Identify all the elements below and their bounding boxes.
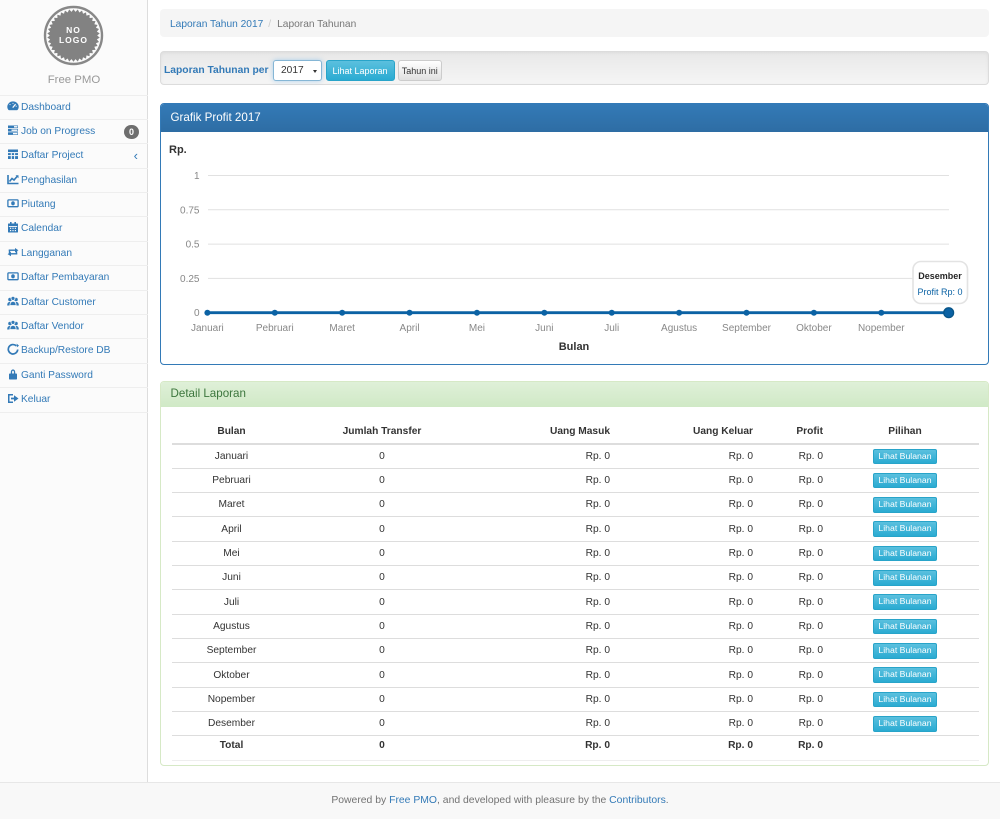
svg-text:Bulan: Bulan <box>559 341 590 353</box>
svg-text:0.25: 0.25 <box>180 274 200 285</box>
svg-text:Pebruari: Pebruari <box>256 323 294 334</box>
svg-text:0.5: 0.5 <box>186 240 200 251</box>
svg-text:Rp.: Rp. <box>169 144 187 156</box>
svg-text:September: September <box>722 323 772 334</box>
svg-text:LOGO: LOGO <box>59 35 88 45</box>
svg-text:Desember: Desember <box>918 271 962 281</box>
svg-text:Profit Rp: 0: Profit Rp: 0 <box>917 287 962 297</box>
svg-text:Mei: Mei <box>469 323 485 334</box>
svg-text:April: April <box>400 323 420 334</box>
svg-text:Juni: Juni <box>535 323 553 334</box>
svg-text:Oktober: Oktober <box>796 323 832 334</box>
svg-text:0: 0 <box>194 308 200 319</box>
svg-text:0.75: 0.75 <box>180 205 200 216</box>
svg-text:Januari: Januari <box>191 323 224 334</box>
svg-text:NO: NO <box>66 25 81 35</box>
svg-text:1: 1 <box>194 171 200 182</box>
svg-text:Juli: Juli <box>604 323 619 334</box>
svg-text:Maret: Maret <box>329 323 355 334</box>
svg-text:Nopember: Nopember <box>858 323 905 334</box>
svg-text:Agustus: Agustus <box>661 323 697 334</box>
